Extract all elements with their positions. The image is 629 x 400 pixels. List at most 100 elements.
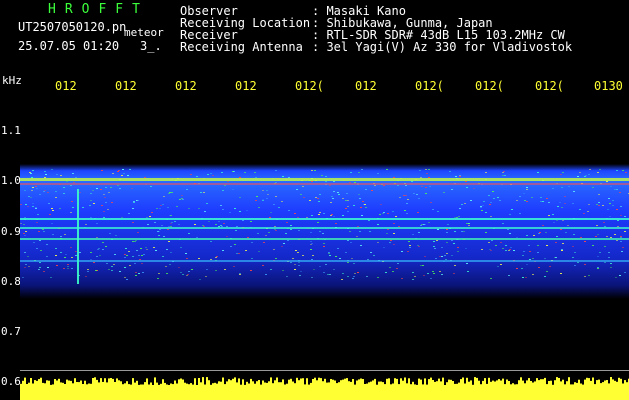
- power-bar-segment: [112, 378, 114, 388]
- noise-pixel: [311, 277, 313, 278]
- noise-pixel: [275, 196, 277, 197]
- noise-pixel: [190, 174, 192, 175]
- noise-pixel: [174, 221, 176, 222]
- noise-pixel: [90, 200, 92, 201]
- noise-pixel: [608, 198, 610, 199]
- x-tick-label: 012: [55, 79, 77, 93]
- power-bar-segment: [68, 380, 70, 388]
- noise-pixel: [358, 194, 360, 195]
- noise-pixel: [466, 263, 468, 264]
- noise-pixel: [432, 209, 434, 210]
- noise-pixel: [238, 253, 240, 254]
- noise-pixel: [319, 231, 321, 232]
- noise-pixel: [112, 173, 114, 174]
- noise-pixel: [27, 256, 29, 257]
- power-bar-segment: [74, 378, 76, 388]
- power-bar-segment: [252, 381, 254, 388]
- noise-pixel: [386, 233, 388, 234]
- noise-pixel: [317, 222, 319, 223]
- noise-pixel: [552, 188, 554, 189]
- power-bar-segment: [104, 378, 106, 388]
- noise-pixel: [403, 195, 405, 196]
- noise-pixel: [342, 273, 344, 274]
- noise-pixel: [495, 245, 497, 246]
- power-bar-segment: [386, 378, 388, 388]
- power-bar-segment: [66, 379, 68, 388]
- noise-pixel: [35, 186, 37, 187]
- noise-pixel: [386, 169, 388, 170]
- power-bar-segment: [292, 381, 294, 388]
- power-bar-segment: [46, 380, 48, 388]
- power-bar-segment: [616, 381, 618, 388]
- noise-pixel: [111, 202, 113, 203]
- noise-pixel: [347, 240, 349, 241]
- noise-pixel: [44, 171, 46, 172]
- noise-pixel: [459, 208, 461, 209]
- noise-pixel: [533, 235, 535, 236]
- noise-pixel: [36, 248, 38, 249]
- noise-pixel: [294, 269, 296, 270]
- noise-pixel: [449, 171, 451, 172]
- noise-pixel: [245, 250, 247, 251]
- noise-pixel: [168, 241, 170, 242]
- power-bar-segment: [472, 384, 474, 388]
- noise-pixel: [397, 185, 399, 186]
- power-bar-segment: [420, 379, 422, 388]
- noise-pixel: [354, 182, 356, 183]
- noise-pixel: [157, 231, 159, 232]
- noise-pixel: [579, 209, 581, 210]
- power-bar-segment: [476, 377, 478, 388]
- power-bar-segment: [372, 380, 374, 388]
- noise-pixel: [614, 234, 616, 235]
- noise-pixel: [598, 194, 600, 195]
- noise-pixel: [256, 196, 258, 197]
- noise-pixel: [110, 187, 112, 188]
- noise-pixel: [360, 207, 362, 208]
- noise-pixel: [39, 262, 41, 263]
- noise-pixel: [137, 232, 139, 233]
- noise-pixel: [609, 203, 611, 204]
- noise-pixel: [577, 262, 579, 263]
- power-bar-segment: [532, 382, 534, 388]
- power-bar-segment: [490, 381, 492, 388]
- power-bar-segment: [268, 381, 270, 388]
- noise-pixel: [268, 232, 270, 233]
- power-bar-segment: [108, 378, 110, 388]
- noise-pixel: [43, 231, 45, 232]
- noise-pixel: [298, 262, 300, 263]
- noise-pixel: [617, 220, 619, 221]
- noise-pixel: [387, 213, 389, 214]
- noise-pixel: [105, 202, 107, 203]
- power-bar-segment: [172, 384, 174, 388]
- noise-pixel: [417, 212, 419, 213]
- noise-pixel: [103, 217, 105, 218]
- noise-pixel: [135, 240, 137, 241]
- power-bar-segment: [144, 382, 146, 388]
- noise-pixel: [311, 243, 313, 244]
- noise-pixel: [365, 207, 367, 208]
- noise-pixel: [505, 245, 507, 246]
- power-bar-segment: [118, 380, 120, 388]
- noise-pixel: [156, 208, 158, 209]
- noise-pixel: [437, 229, 439, 230]
- noise-pixel: [222, 190, 224, 191]
- noise-pixel: [64, 234, 66, 235]
- noise-pixel: [251, 258, 253, 259]
- noise-pixel: [468, 223, 470, 224]
- noise-pixel: [331, 196, 333, 197]
- noise-pixel: [420, 177, 422, 178]
- noise-pixel: [169, 215, 171, 216]
- noise-pixel: [359, 198, 361, 199]
- power-bar-segment: [328, 382, 330, 388]
- power-bar-base: [20, 388, 629, 400]
- power-bar-segment: [586, 377, 588, 388]
- noise-pixel: [412, 272, 414, 273]
- noise-pixel: [361, 215, 363, 216]
- noise-pixel: [208, 221, 210, 222]
- noise-pixel: [72, 207, 74, 208]
- noise-pixel: [218, 226, 220, 227]
- noise-pixel: [444, 255, 446, 256]
- noise-pixel: [337, 192, 339, 193]
- noise-pixel: [154, 222, 156, 223]
- noise-pixel: [428, 169, 430, 170]
